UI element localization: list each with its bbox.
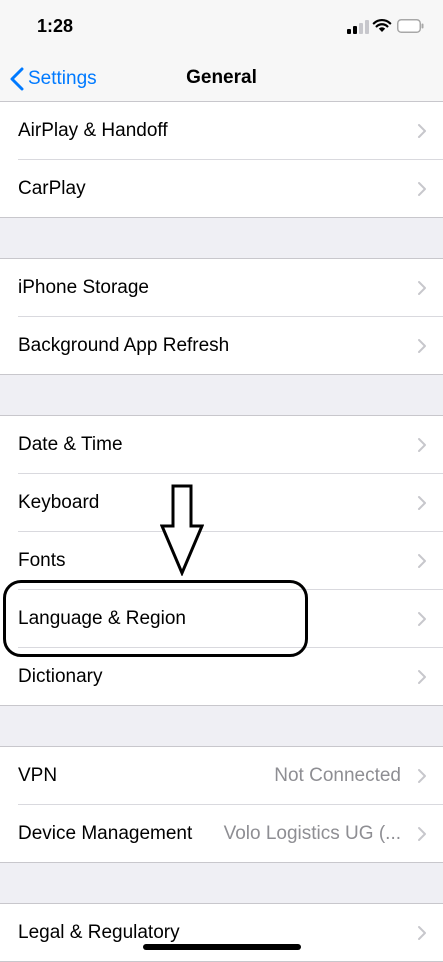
row-device-management[interactable]: Device Management Volo Logistics UG (... [18,805,443,862]
row-background-app-refresh[interactable]: Background App Refresh [18,317,443,374]
row-legal-regulatory[interactable]: Legal & Regulatory [18,904,443,961]
row-label: CarPlay [18,178,86,199]
chevron-right-icon [418,182,426,196]
status-time: 1:28 [37,16,74,36]
down-arrow-icon [160,484,204,576]
settings-group-connectivity: AirPlay & Handoff CarPlay [0,101,443,218]
status-bar: 1:28 [0,0,443,52]
navigation-bar: Settings General [0,52,443,105]
chevron-right-icon [418,496,426,510]
settings-group-vpn: VPN Not Connected Device Management Volo… [0,746,443,863]
row-vpn[interactable]: VPN Not Connected [18,747,443,805]
chevron-right-icon [418,438,426,452]
cellular-signal-icon [347,20,369,34]
row-label: iPhone Storage [18,277,149,298]
row-detail: Volo Logistics UG (... [223,823,401,844]
chevron-right-icon [418,827,426,841]
row-label: Keyboard [18,492,100,513]
chevron-right-icon [418,554,426,568]
settings-group-language: Date & Time Keyboard Fonts Language & Re… [0,415,443,706]
row-iphone-storage[interactable]: iPhone Storage [18,259,443,317]
chevron-right-icon [418,670,426,684]
page-title: General [186,67,257,88]
chevron-right-icon [418,612,426,626]
home-indicator[interactable] [143,944,301,950]
row-label: Background App Refresh [18,335,230,356]
chevron-right-icon [418,281,426,295]
row-label: Legal & Regulatory [18,922,180,943]
chevron-right-icon [418,339,426,353]
row-airplay-handoff[interactable]: AirPlay & Handoff [18,102,443,160]
row-detail: Not Connected [274,765,401,786]
battery-icon [397,19,424,33]
chevron-right-icon [418,926,426,940]
settings-group-storage: iPhone Storage Background App Refresh [0,258,443,375]
row-label: Date & Time [18,434,123,455]
row-label: Device Management [18,823,193,844]
row-label: AirPlay & Handoff [18,120,168,141]
wifi-icon [372,19,392,32]
chevron-right-icon [418,124,426,138]
row-label: VPN [18,765,58,786]
row-keyboard[interactable]: Keyboard [18,474,443,532]
row-carplay[interactable]: CarPlay [18,160,443,217]
highlight-outline [3,580,308,657]
chevron-right-icon [418,769,426,783]
settings-group-legal: Legal & Regulatory [0,903,443,962]
row-date-time[interactable]: Date & Time [18,416,443,474]
